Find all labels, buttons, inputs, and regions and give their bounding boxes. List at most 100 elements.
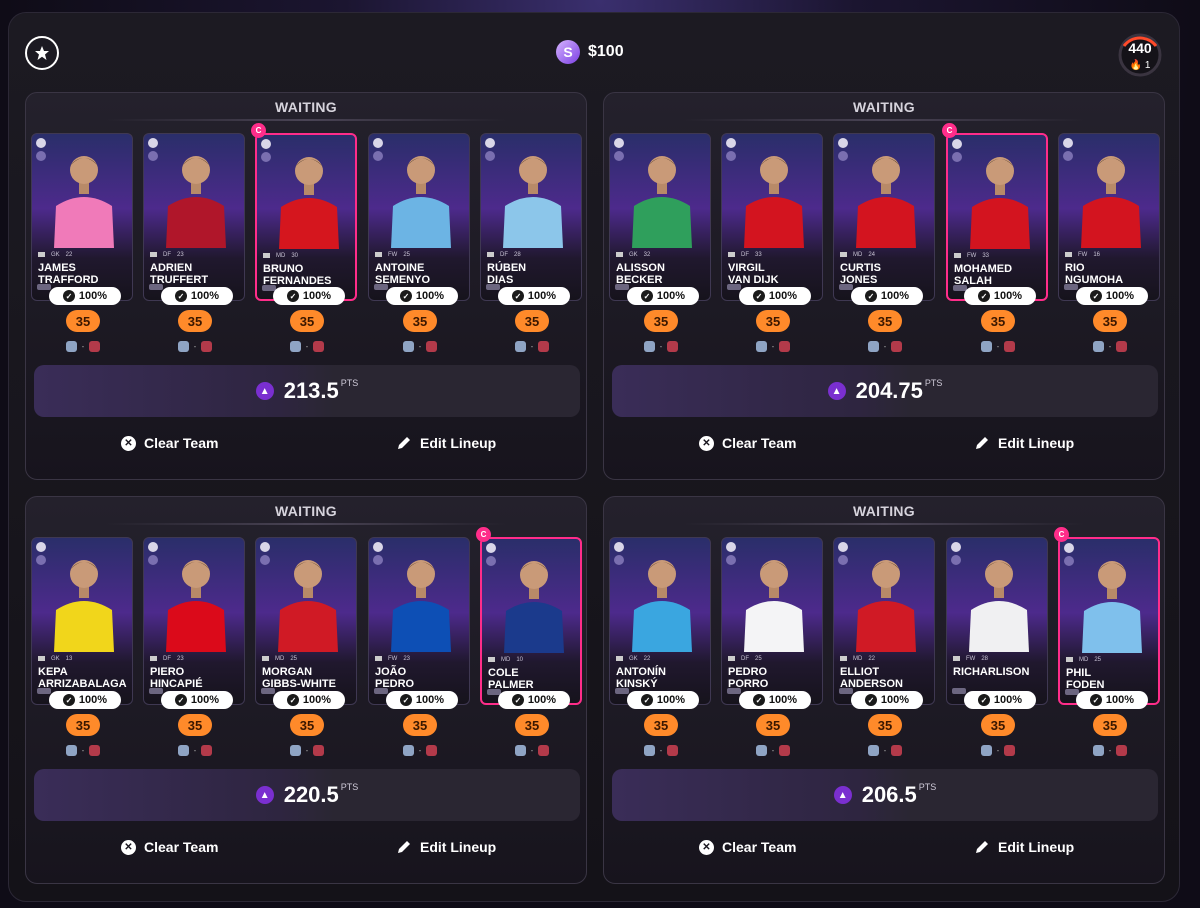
close-icon: ✕ [699,435,714,451]
ownership-pill: ✓ 100% [627,287,699,305]
player-slot[interactable]: C FW 33 MOHAMED SALAH ✓ 100% 35- [942,123,1048,358]
edit-lineup-button[interactable]: Edit Lineup [396,839,496,855]
edit-lineup-label: Edit Lineup [420,435,497,451]
player-position: MD [853,252,863,258]
rarity-tag [615,688,629,694]
salary-badge: 35 [178,310,212,332]
player-card[interactable]: FW 28 RICHARLISON [946,537,1048,705]
player-card[interactable]: MD 25 PHIL FODEN [1058,537,1160,705]
vs-separator: - [418,341,422,351]
player-slot[interactable]: DF 28 RÚBEN DIAS ✓ 100% 35- [480,133,582,358]
edit-lineup-label: Edit Lineup [420,839,497,855]
player-card[interactable]: MD 24 CURTIS JONES [833,133,935,301]
clear-team-button[interactable]: ✕ Clear Team [699,435,796,451]
ownership-value: 100% [1105,290,1135,302]
player-slot[interactable]: C MD 25 PHIL FODEN ✓ 100% 35- [1054,527,1160,762]
player-slot[interactable]: DF 23 PIERO HINCAPIÉ ✓ 100% 35- [143,537,245,762]
player-slot[interactable]: DF 25 PEDRO PORRO ✓ 100% 35- [721,537,823,762]
clear-team-button[interactable]: ✕ Clear Team [121,435,218,451]
player-position: FW [388,252,398,258]
player-slot[interactable]: DF 33 VIRGIL VAN DIJK ✓ 100% 35- [721,133,823,358]
player-card[interactable]: DF 33 VIRGIL VAN DIJK [721,133,823,301]
nation-flag-icon [616,252,623,257]
fixture-matchup: - [861,743,909,757]
nation-flag-icon [840,656,847,661]
player-card-row: GK 13 KEPA ARRIZABALAGA ✓ 100% 35- DF 23 PIERO HIN… [31,527,583,762]
league-icon [36,542,46,552]
player-card[interactable]: DF 28 RÚBEN DIAS [480,133,582,301]
player-first-name: ELLIOT [840,666,880,678]
points-total: 213.5 [283,378,339,403]
ownership-value: 100% [302,290,332,302]
player-slot[interactable]: GK 22 ANTONÍN KINSKÝ ✓ 100% 35- [609,537,711,762]
player-card[interactable]: FW 23 JOÃO PEDRO [368,537,470,705]
vs-separator: - [81,341,85,351]
away-team-icon [779,744,791,756]
ownership-pill: ✓ 100% [964,287,1036,305]
player-info: MD 25 [1066,657,1101,663]
player-position: MD [275,656,285,662]
player-card[interactable]: GK 22 JAMES TRAFFORD [31,133,133,301]
player-card[interactable]: DF 25 PEDRO PORRO [721,537,823,705]
lineup-status: WAITING [853,99,915,115]
home-team-icon [867,744,879,756]
player-photo [54,156,114,248]
player-slot[interactable]: MD 24 CURTIS JONES ✓ 100% 35- [833,133,935,358]
player-name: MOHAMED SALAH [954,263,1046,287]
ownership-pill: ✓ 100% [851,691,923,709]
ownership-value: 100% [768,290,798,302]
player-name: RIO NGUMOHA [1065,262,1157,286]
player-info: DF 25 [728,656,762,662]
player-photo [54,560,114,652]
league-icon [373,138,383,148]
player-card[interactable]: GK 32 ALISSON BECKER [609,133,711,301]
clear-team-button[interactable]: ✕ Clear Team [699,839,796,855]
player-slot[interactable]: C MD 30 BRUNO FERNANDES ✓ 100% 35- [251,123,357,358]
points-bar: ▲ 220.5 PTS [34,769,580,821]
home-button[interactable] [25,36,59,70]
ownership-pill: ✓ 100% [739,691,811,709]
ownership-pill: ✓ 100% [386,287,458,305]
player-card[interactable]: GK 22 ANTONÍN KINSKÝ [609,537,711,705]
player-card[interactable]: MD 22 ELLIOT ANDERSON [833,537,935,705]
player-card[interactable]: MD 30 BRUNO FERNANDES [255,133,357,301]
player-card[interactable]: GK 13 KEPA ARRIZABALAGA [31,537,133,705]
player-slot[interactable]: FW 25 ANTOINE SEMENYO ✓ 100% 35- [368,133,470,358]
player-card[interactable]: MD 25 MORGAN GIBBS-WHITE [255,537,357,705]
ownership-value: 100% [415,694,445,706]
player-slot[interactable]: DF 23 ADRIEN TRUFFERT ✓ 100% 35- [143,133,245,358]
player-card[interactable]: FW 16 RIO NGUMOHA [1058,133,1160,301]
player-card[interactable]: MD 10 COLE PALMER [480,537,582,705]
edit-lineup-button[interactable]: Edit Lineup [974,839,1074,855]
player-slot[interactable]: GK 32 ALISSON BECKER ✓ 100% 35- [609,133,711,358]
rarity-tag [839,688,853,694]
player-slot[interactable]: MD 22 ELLIOT ANDERSON ✓ 100% 35- [833,537,935,762]
club-crest-icon [614,555,624,565]
player-last-name: DIAS [487,274,514,286]
player-slot[interactable]: GK 22 JAMES TRAFFORD ✓ 100% 35- [31,133,133,358]
home-team-icon [177,744,189,756]
player-slot[interactable]: FW 16 RIO NGUMOHA ✓ 100% 35- [1058,133,1160,358]
player-card[interactable]: FW 25 ANTOINE SEMENYO [368,133,470,301]
player-name: ADRIEN TRUFFERT [150,262,242,286]
player-card[interactable]: FW 33 MOHAMED SALAH [946,133,1048,301]
player-slot[interactable]: FW 23 JOÃO PEDRO ✓ 100% 35- [368,537,470,762]
player-first-name: RICHARLISON [953,666,1030,678]
clear-team-button[interactable]: ✕ Clear Team [121,839,218,855]
player-slot[interactable]: GK 13 KEPA ARRIZABALAGA ✓ 100% 35- [31,537,133,762]
rarity-tag [952,688,966,694]
away-team-icon [426,744,438,756]
player-slot[interactable]: C MD 10 COLE PALMER ✓ 100% 35- [476,527,582,762]
player-number: 23 [177,252,184,258]
player-number: 16 [1093,252,1101,258]
arrow-up-icon: ▲ [255,786,274,804]
player-position: MD [853,656,863,662]
player-slot[interactable]: FW 28 RICHARLISON ✓ 100% 35 - [946,537,1048,762]
player-name: BRUNO FERNANDES [263,263,355,287]
player-card[interactable]: DF 23 PIERO HINCAPIÉ [143,537,245,705]
edit-lineup-button[interactable]: Edit Lineup [396,435,496,451]
player-slot[interactable]: MD 25 MORGAN GIBBS-WHITE ✓ 100% 35- [255,537,357,762]
player-card[interactable]: DF 23 ADRIEN TRUFFERT [143,133,245,301]
level-indicator[interactable]: 440 🔥 1 [1116,32,1164,78]
edit-lineup-button[interactable]: Edit Lineup [974,435,1074,451]
